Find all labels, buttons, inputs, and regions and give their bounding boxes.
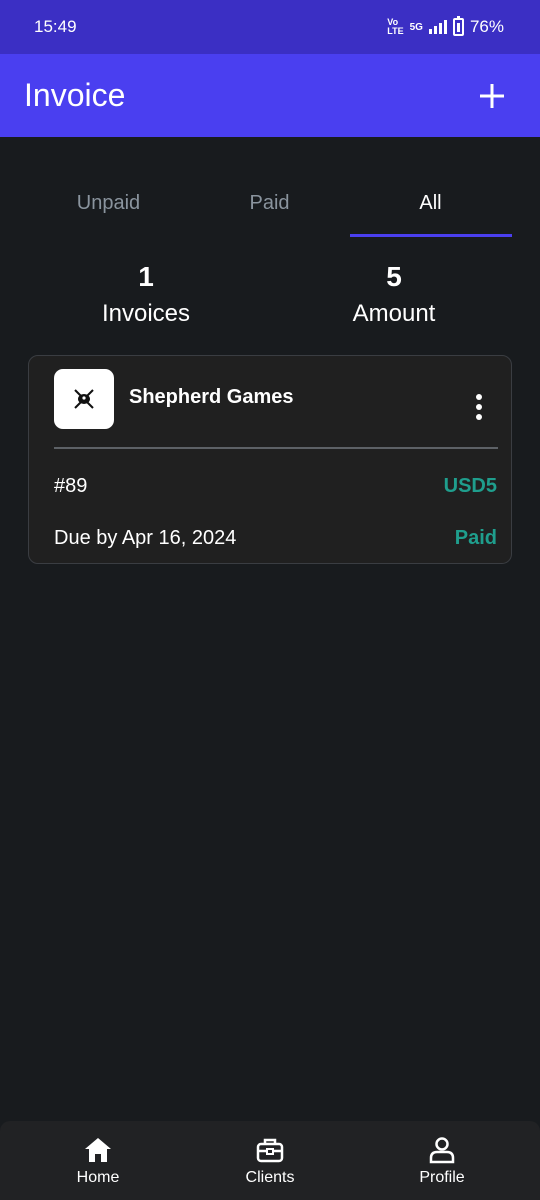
page-title: Invoice	[24, 77, 126, 113]
nav-clients-label: Clients	[245, 1168, 295, 1186]
client-logo	[54, 369, 114, 429]
nav-home-label: Home	[76, 1168, 120, 1186]
battery-level: 76%	[469, 17, 504, 36]
network-type: 5G	[409, 21, 423, 33]
signal-icon	[428, 20, 447, 34]
add-invoice-button[interactable]	[474, 78, 510, 114]
amount-total-label: Amount	[352, 300, 436, 327]
invoices-count-label: Invoices	[101, 300, 191, 327]
amount-total-value: 5	[386, 261, 402, 292]
status-bar: 15:49 Vo LTE 5G 76%	[0, 0, 540, 54]
briefcase-icon	[254, 1135, 286, 1165]
volte-icon: Vo LTE	[387, 17, 404, 36]
invoices-count-value: 1	[138, 261, 154, 292]
status-badge: Paid	[454, 527, 497, 549]
invoice-number: #89	[54, 475, 88, 497]
invoice-card[interactable]: Shepherd Games #89 USD5 Due by Apr 16, 2…	[28, 355, 512, 564]
invoices-count: 1 Invoices	[46, 258, 246, 332]
nav-clients[interactable]: Clients	[180, 1121, 360, 1200]
active-tab-indicator	[350, 234, 512, 237]
crossed-swords-icon	[74, 389, 94, 409]
invoice-amount: USD5	[443, 475, 497, 497]
status-time: 15:49	[34, 17, 77, 36]
more-options-button[interactable]	[465, 390, 493, 424]
plus-icon	[480, 83, 504, 108]
more-vert-icon	[476, 394, 482, 400]
nav-profile-label: Profile	[419, 1168, 465, 1186]
due-date: Due by Apr 16, 2024	[54, 527, 237, 549]
battery-icon	[452, 16, 464, 36]
home-icon	[82, 1135, 114, 1165]
amount-total: 5 Amount	[294, 258, 494, 332]
tab-unpaid[interactable]: Unpaid	[28, 168, 189, 238]
nav-profile[interactable]: Profile	[352, 1121, 532, 1200]
divider	[54, 447, 498, 449]
app-bar: Invoice	[0, 54, 540, 137]
tab-paid[interactable]: Paid	[189, 168, 350, 238]
nav-home[interactable]: Home	[8, 1121, 188, 1200]
tab-all[interactable]: All	[350, 168, 511, 238]
status-icons: Vo LTE 5G 76%	[387, 16, 504, 37]
invoice-filter-tabs: Unpaid Paid All	[28, 168, 512, 240]
user-icon	[426, 1135, 458, 1165]
client-name: Shepherd Games	[129, 386, 294, 408]
invoice-summary: 1 Invoices 5 Amount	[0, 258, 540, 338]
bottom-navigation: Home Clients Profile	[0, 1121, 540, 1200]
